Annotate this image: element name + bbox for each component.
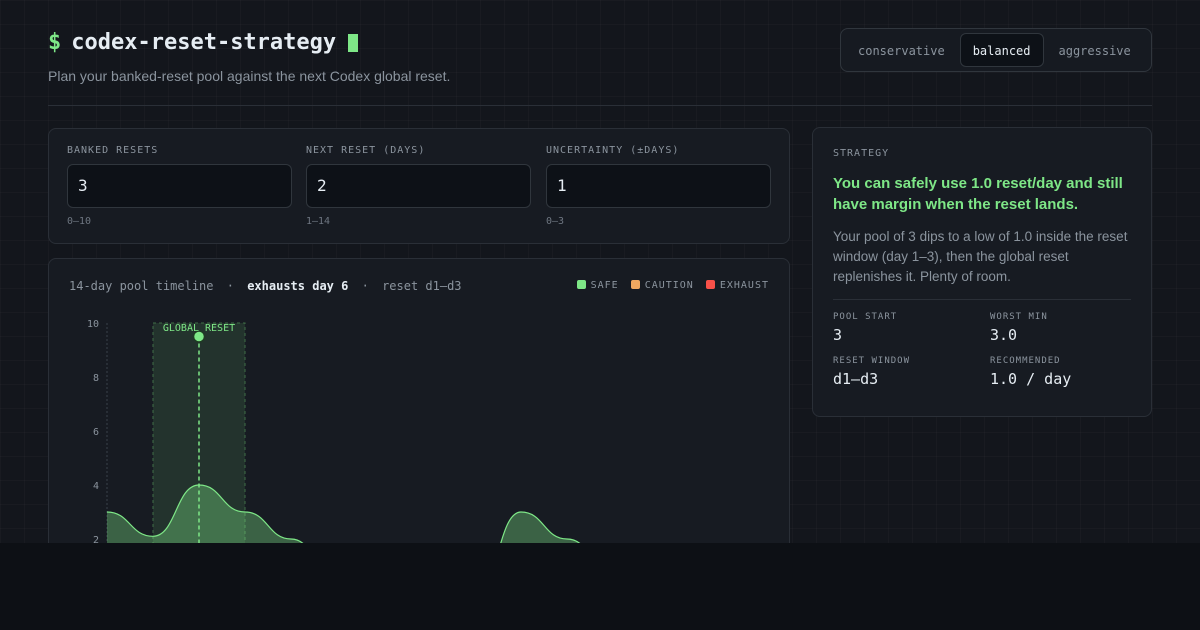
stat-pool-start: POOL START 3 <box>833 312 990 344</box>
stat-value: 3 <box>833 326 843 344</box>
reset-marker-label: GLOBAL RESET <box>163 323 235 334</box>
strategy-caption: STRATEGY <box>833 148 890 159</box>
y-tick-label: 2 <box>93 535 99 543</box>
stat-key: POOL START <box>833 312 898 322</box>
next-reset-input[interactable]: 2 <box>306 164 531 208</box>
y-tick-label: 4 <box>93 481 99 492</box>
mode-aggressive-button[interactable]: aggressive <box>1046 33 1144 67</box>
banked-resets-field: BANKED RESETS 3 0–10 <box>67 145 292 227</box>
stat-key: WORST MIN <box>990 312 1048 322</box>
uncertainty-label: UNCERTAINTY (±DAYS) <box>546 145 680 156</box>
strategy-divider <box>833 299 1131 300</box>
cursor-block-icon <box>348 33 359 52</box>
strategy-headline: You can safely use 1.0 reset/day and sti… <box>833 175 1123 213</box>
next-reset-hint: 1–14 <box>306 216 331 227</box>
next-reset-field: NEXT RESET (DAYS) 2 1–14 <box>306 145 531 227</box>
stat-value: 1.0 / day <box>990 370 1072 388</box>
banked-resets-input[interactable]: 3 <box>67 164 292 208</box>
app-viewport: $ codex-reset-strategy Plan your banked-… <box>0 0 1200 543</box>
y-tick-label: 6 <box>93 427 99 438</box>
title-text: codex-reset-strategy <box>71 30 337 55</box>
mode-conservative-button[interactable]: conservative <box>845 33 958 67</box>
y-tick-label: 10 <box>87 319 99 330</box>
page-title: $ codex-reset-strategy <box>48 30 359 55</box>
mode-balanced-button[interactable]: balanced <box>959 33 1044 67</box>
stat-key: RESET WINDOW <box>833 356 911 366</box>
pool-chart: 2 4 6 8 10 GLOBAL RESET <box>87 319 581 543</box>
bottom-strip <box>0 543 1200 630</box>
timeline-panel: 14-day pool timeline · exhausts day 6 · … <box>48 258 790 543</box>
next-reset-label: NEXT RESET (DAYS) <box>306 145 426 156</box>
prompt-symbol: $ <box>48 30 62 55</box>
strategy-body: Your pool of 3 dips to a low of 1.0 insi… <box>833 229 1128 284</box>
strategy-panel: STRATEGY You can safely use 1.0 reset/da… <box>812 127 1152 417</box>
page-subtitle: Plan your banked-reset pool against the … <box>48 68 451 84</box>
header-divider <box>48 105 1152 106</box>
stat-value: d1–d3 <box>833 370 879 388</box>
banked-resets-hint: 0–10 <box>67 216 92 227</box>
stat-recommended: RECOMMENDED 1.0 / day <box>990 356 1130 388</box>
stat-reset-window: RESET WINDOW d1–d3 <box>833 356 990 388</box>
y-tick-label: 8 <box>93 373 99 384</box>
uncertainty-input[interactable]: 1 <box>546 164 771 208</box>
mode-selector: conservative balanced aggressive <box>840 28 1152 72</box>
stat-value: 3.0 <box>990 326 1018 344</box>
uncertainty-field: UNCERTAINTY (±DAYS) 1 0–3 <box>546 145 771 227</box>
stat-worst-min: WORST MIN 3.0 <box>990 312 1130 344</box>
pool-area <box>107 485 580 543</box>
strategy-stats: POOL START 3 WORST MIN 3.0 RESET WINDOW … <box>833 312 1131 388</box>
inputs-panel: BANKED RESETS 3 0–10 NEXT RESET (DAYS) 2… <box>48 128 790 244</box>
banked-resets-label: BANKED RESETS <box>67 145 159 156</box>
uncertainty-hint: 0–3 <box>546 216 565 227</box>
stat-key: RECOMMENDED <box>990 356 1061 366</box>
